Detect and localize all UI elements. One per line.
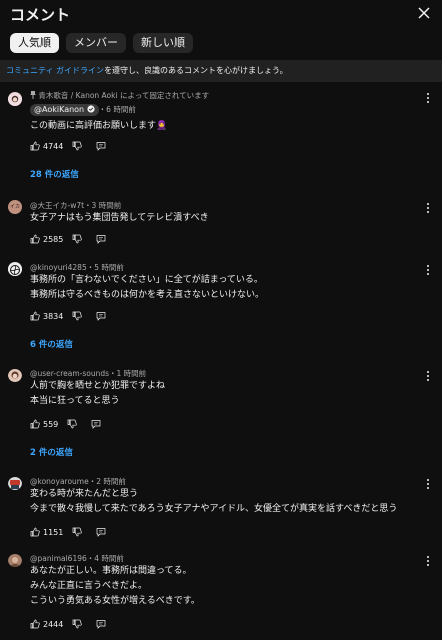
author-name[interactable]: @user-cream-sounds [30, 369, 109, 378]
guidelines-link[interactable]: コミュニティ ガイドライン [6, 66, 104, 75]
author-name[interactable]: @konoyaroume [30, 477, 89, 486]
comment-actions: 2444 [30, 617, 106, 631]
comment-item: @konoyaroume・2 時間前 変わる時が来たんだと思う 今まで散々我慢し… [0, 476, 442, 541]
close-icon[interactable] [416, 5, 432, 21]
comment-text: 女子アナはもう集団告発してテレビ潰すべき [30, 213, 209, 223]
avatar[interactable] [8, 262, 22, 276]
avatar[interactable] [8, 476, 22, 490]
like-count: 4744 [43, 141, 64, 151]
comment-text-line: 事務所の「言わないでください」に全てが詰まっている。 [30, 275, 263, 285]
chip-members[interactable]: メンバー [66, 33, 126, 53]
author-name[interactable]: @大王イカ-w7t [30, 201, 84, 210]
like-count: 3834 [43, 311, 64, 321]
comment-meta: @panimal6196・4 時間前 [30, 553, 124, 564]
comment-item: @user-cream-sounds・1 時間前 人前で胸を晒せとか犯罪ですよね… [0, 368, 442, 463]
thumbs-down-icon[interactable] [72, 141, 83, 151]
comment-item: @kinoyuri4285・5 時間前 事務所の「言わないでください」に全てが詰… [0, 262, 442, 357]
comment-meta: @konoyaroume・2 時間前 [30, 476, 126, 487]
thumbs-down-icon[interactable] [72, 311, 83, 321]
avatar[interactable] [8, 368, 22, 382]
comment-actions: 4744 [30, 139, 106, 153]
view-replies-button[interactable]: 2 件の返信 [30, 446, 73, 458]
view-replies-button[interactable]: 6 件の返信 [30, 338, 73, 350]
comment-text-line: 事務所は守るべきものは何かを考え直さないといけない。 [30, 290, 265, 300]
sort-chips: 人気順 メンバー 新しい順 [10, 33, 193, 53]
thumbs-up-icon[interactable] [30, 619, 40, 629]
thumbs-up-icon[interactable] [30, 141, 40, 151]
pinned-by-text: 青木歌音 / Kanon Aoki によって固定されています [38, 91, 210, 100]
comment-meta: @大王イカ-w7t・3 時間前 [30, 200, 121, 211]
comment-actions: 1151 [30, 525, 106, 539]
like-count: 559 [43, 419, 59, 429]
thumbs-up-icon[interactable] [30, 311, 40, 321]
avatar[interactable] [8, 553, 22, 567]
pin-icon [30, 91, 36, 99]
verified-icon [87, 105, 95, 113]
comment-actions: 3834 [30, 309, 106, 323]
thumbs-up-icon[interactable] [30, 527, 40, 537]
more-options-icon[interactable] [426, 555, 430, 567]
more-options-icon[interactable] [426, 264, 430, 276]
author-name: @AokiKanon [34, 105, 85, 114]
thumbs-down-icon[interactable] [72, 234, 83, 244]
comment-text-line: 人前で胸を晒せとか犯罪ですよね [30, 381, 166, 391]
reply-icon[interactable] [91, 419, 101, 429]
guidelines-notice: コミュニティ ガイドラインを遵守し、良識のあるコメントを心がけましょう。 [0, 60, 442, 82]
pinned-comment: 青木歌音 / Kanon Aoki によって固定されています @AokiKano… [0, 90, 442, 180]
comment-meta: @user-cream-sounds・1 時間前 [30, 368, 146, 379]
thumbs-down-icon[interactable] [72, 527, 83, 537]
panel-title: コメント [10, 6, 71, 24]
comment-text-line: こういう勇気ある女性が増えるべきです。 [30, 596, 200, 606]
avatar[interactable]: イカ [8, 200, 22, 214]
more-options-icon[interactable] [426, 202, 430, 214]
comment-meta: @kinoyuri4285・5 時間前 [30, 262, 124, 273]
thumbs-down-icon[interactable] [72, 619, 83, 629]
more-options-icon[interactable] [426, 478, 430, 490]
comment-time: ・5 時間前 [86, 263, 124, 272]
like-count: 1151 [43, 527, 64, 537]
reply-icon[interactable] [96, 527, 106, 537]
owner-badge[interactable]: @AokiKanon [30, 104, 99, 116]
chip-newest[interactable]: 新しい順 [133, 33, 193, 53]
author-name[interactable]: @panimal6196 [30, 554, 87, 563]
guidelines-text: を遵守し、良識のあるコメントを心がけましょう。 [104, 66, 288, 75]
view-replies-button[interactable]: 28 件の返信 [30, 168, 79, 180]
pinned-label: 青木歌音 / Kanon Aoki によって固定されています [30, 90, 209, 101]
comment-time: ・2 時間前 [88, 477, 126, 486]
thumbs-up-icon[interactable] [30, 234, 40, 244]
comment-time: ・4 時間前 [86, 554, 124, 563]
comment-text-line: あなたが正しい。事務所は間違ってる。 [30, 566, 192, 576]
reply-icon[interactable] [96, 234, 106, 244]
comment-actions: 2585 [30, 232, 106, 246]
reply-icon[interactable] [96, 619, 106, 629]
reply-icon[interactable] [96, 141, 106, 151]
chip-popular[interactable]: 人気順 [10, 33, 59, 53]
comment-actions: 559 [30, 417, 101, 431]
comment-item: イカ @大王イカ-w7t・3 時間前 女子アナはもう集団告発してテレビ潰すべき … [0, 200, 442, 260]
comment-time: ・1 時間前 [109, 369, 147, 378]
avatar-text: イカ [9, 204, 20, 210]
like-count: 2585 [43, 234, 64, 244]
comments-header: コメント [0, 0, 442, 28]
comment-text-line: 今まで散々我慢して来たであろう女子アナやアイドル、女優全てが真実を話すべきだと思… [30, 504, 398, 514]
more-options-icon[interactable] [426, 92, 430, 104]
comment-time: ・6 時間前 [98, 105, 136, 114]
comment-item: @panimal6196・4 時間前 あなたが正しい。事務所は間違ってる。 みん… [0, 553, 442, 638]
reply-icon[interactable] [96, 311, 106, 321]
comment-text: この動画に高評価お願いします🧕 [30, 121, 168, 131]
comment-text-line: 本当に狂ってると思う [30, 396, 120, 406]
comment-time: ・3 時間前 [84, 201, 122, 210]
author-name[interactable]: @kinoyuri4285 [30, 263, 87, 272]
comment-text-line: みんな正直に言うべきだよ。 [30, 581, 148, 591]
comment-meta: @AokiKanon ・6 時間前 [30, 104, 136, 116]
comment-text-line: 変わる時が来たんだと思う [30, 489, 139, 499]
like-count: 2444 [43, 619, 64, 629]
thumbs-up-icon[interactable] [30, 419, 40, 429]
more-options-icon[interactable] [426, 370, 430, 382]
thumbs-down-icon[interactable] [67, 419, 77, 429]
avatar[interactable] [8, 92, 22, 106]
